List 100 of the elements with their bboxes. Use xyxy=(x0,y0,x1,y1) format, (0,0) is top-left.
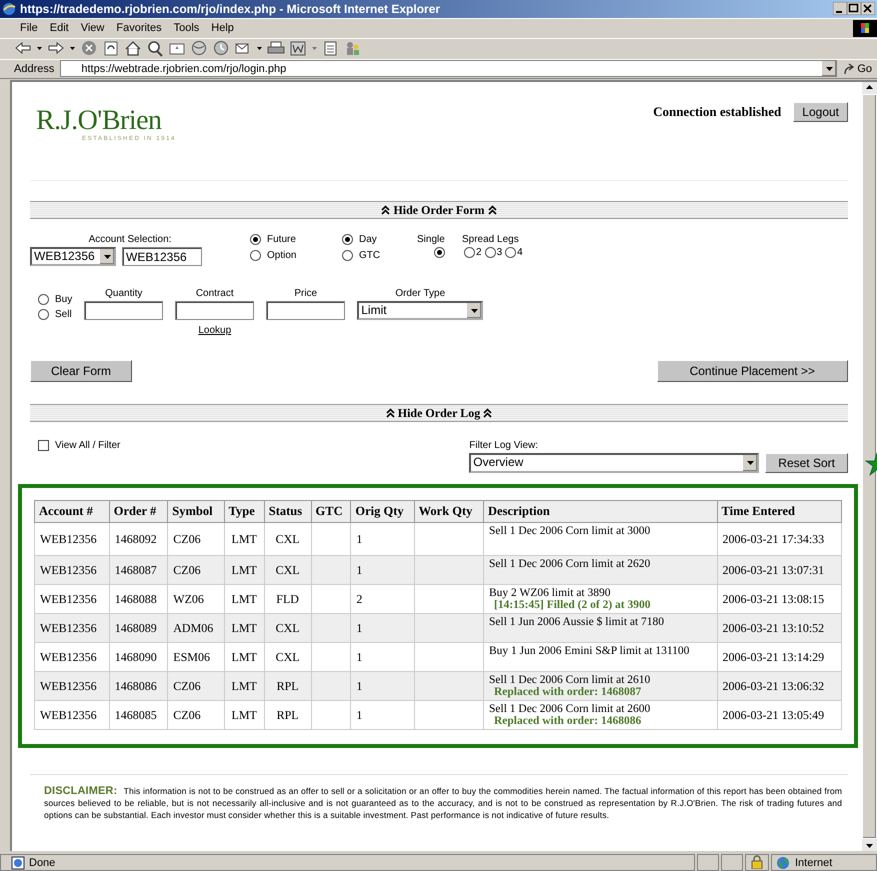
status-pane xyxy=(697,854,719,871)
radio-button[interactable] xyxy=(342,234,353,246)
menu-item[interactable]: Help xyxy=(205,22,240,34)
table-cell: CXL xyxy=(276,532,300,546)
history-icon[interactable] xyxy=(212,40,230,58)
lookup-link[interactable]: Lookup xyxy=(198,325,232,336)
column-header[interactable]: Type xyxy=(224,500,264,523)
home-icon[interactable] xyxy=(124,40,142,58)
table-cell: LMT xyxy=(232,620,257,635)
table-cell-text: Sell 1 Dec 2006 Corn limit at 3000 xyxy=(489,525,652,538)
checkbox-label: View All / Filter xyxy=(55,440,120,452)
radio-button[interactable] xyxy=(464,247,475,258)
scrollbar[interactable] xyxy=(862,82,877,851)
table-cell-text: Sell 1 Dec 2006 Corn limit at 2610 xyxy=(489,674,652,686)
radio-button[interactable] xyxy=(434,247,445,258)
column-header[interactable]: Orig Qty xyxy=(350,500,414,523)
order-type-select[interactable]: Limit xyxy=(357,301,484,320)
logout-button[interactable]: Logout xyxy=(793,102,848,122)
table-cell: ADM06 xyxy=(173,620,214,635)
table-cell: LMT xyxy=(232,708,257,722)
menu-item[interactable]: Favorites xyxy=(110,22,168,34)
field-label: Quantity xyxy=(105,288,142,300)
close-icon[interactable] xyxy=(861,2,875,16)
table-cell: 1 xyxy=(356,620,362,635)
search-icon[interactable] xyxy=(146,40,164,58)
table-cell: LMT xyxy=(232,650,257,664)
table-cell: WEB12356 xyxy=(40,650,97,664)
continue-placement-button[interactable]: Continue Placement >> xyxy=(656,360,848,382)
account-field[interactable]: WEB12356 xyxy=(122,247,202,266)
table-cell: CXL xyxy=(276,620,300,635)
field-label: Spread Legs xyxy=(462,234,520,246)
radio-button[interactable] xyxy=(342,250,353,262)
chevrons-up-icon xyxy=(488,205,497,216)
radio-button[interactable] xyxy=(38,294,49,306)
field-label: Price xyxy=(294,288,318,300)
go-button[interactable]: Go xyxy=(857,62,872,75)
radio-button[interactable] xyxy=(250,234,261,246)
order-note: Replaced with order: 1468087 xyxy=(493,686,642,698)
chevrons-up-icon xyxy=(386,408,395,418)
input-field[interactable] xyxy=(175,301,254,320)
menu-item[interactable]: View xyxy=(74,22,110,34)
column-header[interactable]: Symbol xyxy=(168,500,224,523)
address-field[interactable]: https://webtrade.rjobrien.com/rjo/login.php xyxy=(60,60,838,78)
radio-button[interactable] xyxy=(505,247,516,258)
column-header[interactable]: Time Entered xyxy=(717,500,842,523)
table-cell: 2006-03-21 13:14:29 xyxy=(722,650,824,664)
menu-item[interactable]: File xyxy=(14,22,44,34)
table-cell: LMT xyxy=(232,592,257,606)
hide-toggle-link[interactable]: Hide Order Form xyxy=(393,202,485,218)
table-cell: WEB12356 xyxy=(40,678,97,693)
field-label: Order Type xyxy=(395,288,446,300)
column-header[interactable]: GTC xyxy=(311,500,351,523)
table-cell: ESM06 xyxy=(173,650,210,664)
order-note: Replaced with order: 1468086 xyxy=(493,715,642,728)
word-icon[interactable] xyxy=(289,40,307,58)
order-note: [14:15:45] Filled (2 of 2) at 3900 xyxy=(493,599,652,612)
table-cell: CXL xyxy=(276,562,300,577)
radio-button[interactable] xyxy=(250,250,261,262)
table-cell: CZ06 xyxy=(173,708,201,722)
clear-form-button[interactable]: Clear Form xyxy=(30,360,132,382)
status-pane xyxy=(721,854,743,871)
chevrons-up-icon xyxy=(483,408,492,418)
radio-label: 3 xyxy=(496,247,502,258)
column-header[interactable]: Work Qty xyxy=(414,500,484,523)
table-cell: 1 xyxy=(356,678,362,693)
table-cell: CZ06 xyxy=(173,562,201,577)
radio-label: Future xyxy=(267,234,296,246)
table-cell: 1468088 xyxy=(114,592,157,606)
table-cell: 2 xyxy=(356,592,362,606)
radio-label: Day xyxy=(359,234,377,246)
input-field[interactable] xyxy=(84,301,164,320)
table-cell-text: Buy 2 WZ06 limit at 3890 xyxy=(489,587,612,600)
star-icon xyxy=(863,452,877,478)
table-cell: 2006-03-21 13:07:31 xyxy=(722,562,824,577)
table-cell: LMT xyxy=(232,532,257,546)
table-cell: CZ06 xyxy=(173,532,201,546)
column-header[interactable]: Status xyxy=(264,500,312,523)
checkbox[interactable] xyxy=(38,440,49,452)
radio-button[interactable] xyxy=(484,247,496,258)
maximize-icon[interactable] xyxy=(847,2,861,16)
table-cell: 1468086 xyxy=(114,678,157,693)
radio-label: 4 xyxy=(517,247,523,258)
menu-item[interactable]: Edit xyxy=(44,22,75,34)
column-header[interactable]: Order # xyxy=(109,500,168,523)
minimize-icon[interactable] xyxy=(833,2,847,16)
column-header[interactable]: Description xyxy=(484,500,717,523)
table-cell: 1 xyxy=(356,562,362,577)
hide-toggle-link[interactable]: Hide Order Log xyxy=(398,406,480,421)
filter-select[interactable]: Overview xyxy=(469,453,760,474)
column-header[interactable]: Account # xyxy=(34,500,110,523)
reset-sort-button[interactable]: Reset Sort xyxy=(765,453,848,474)
radio-label: Buy xyxy=(55,294,72,306)
table-cell-text: Sell 1 Dec 2006 Corn limit at 2600 xyxy=(489,703,652,716)
table-cell: FLD xyxy=(276,592,299,606)
chevrons-up-icon xyxy=(381,205,390,216)
radio-button[interactable] xyxy=(38,309,49,320)
menu-item[interactable]: Tools xyxy=(168,22,206,34)
account-select[interactable]: WEB12356 xyxy=(30,247,116,266)
input-field[interactable] xyxy=(266,301,346,320)
radio-label: Option xyxy=(267,250,296,262)
